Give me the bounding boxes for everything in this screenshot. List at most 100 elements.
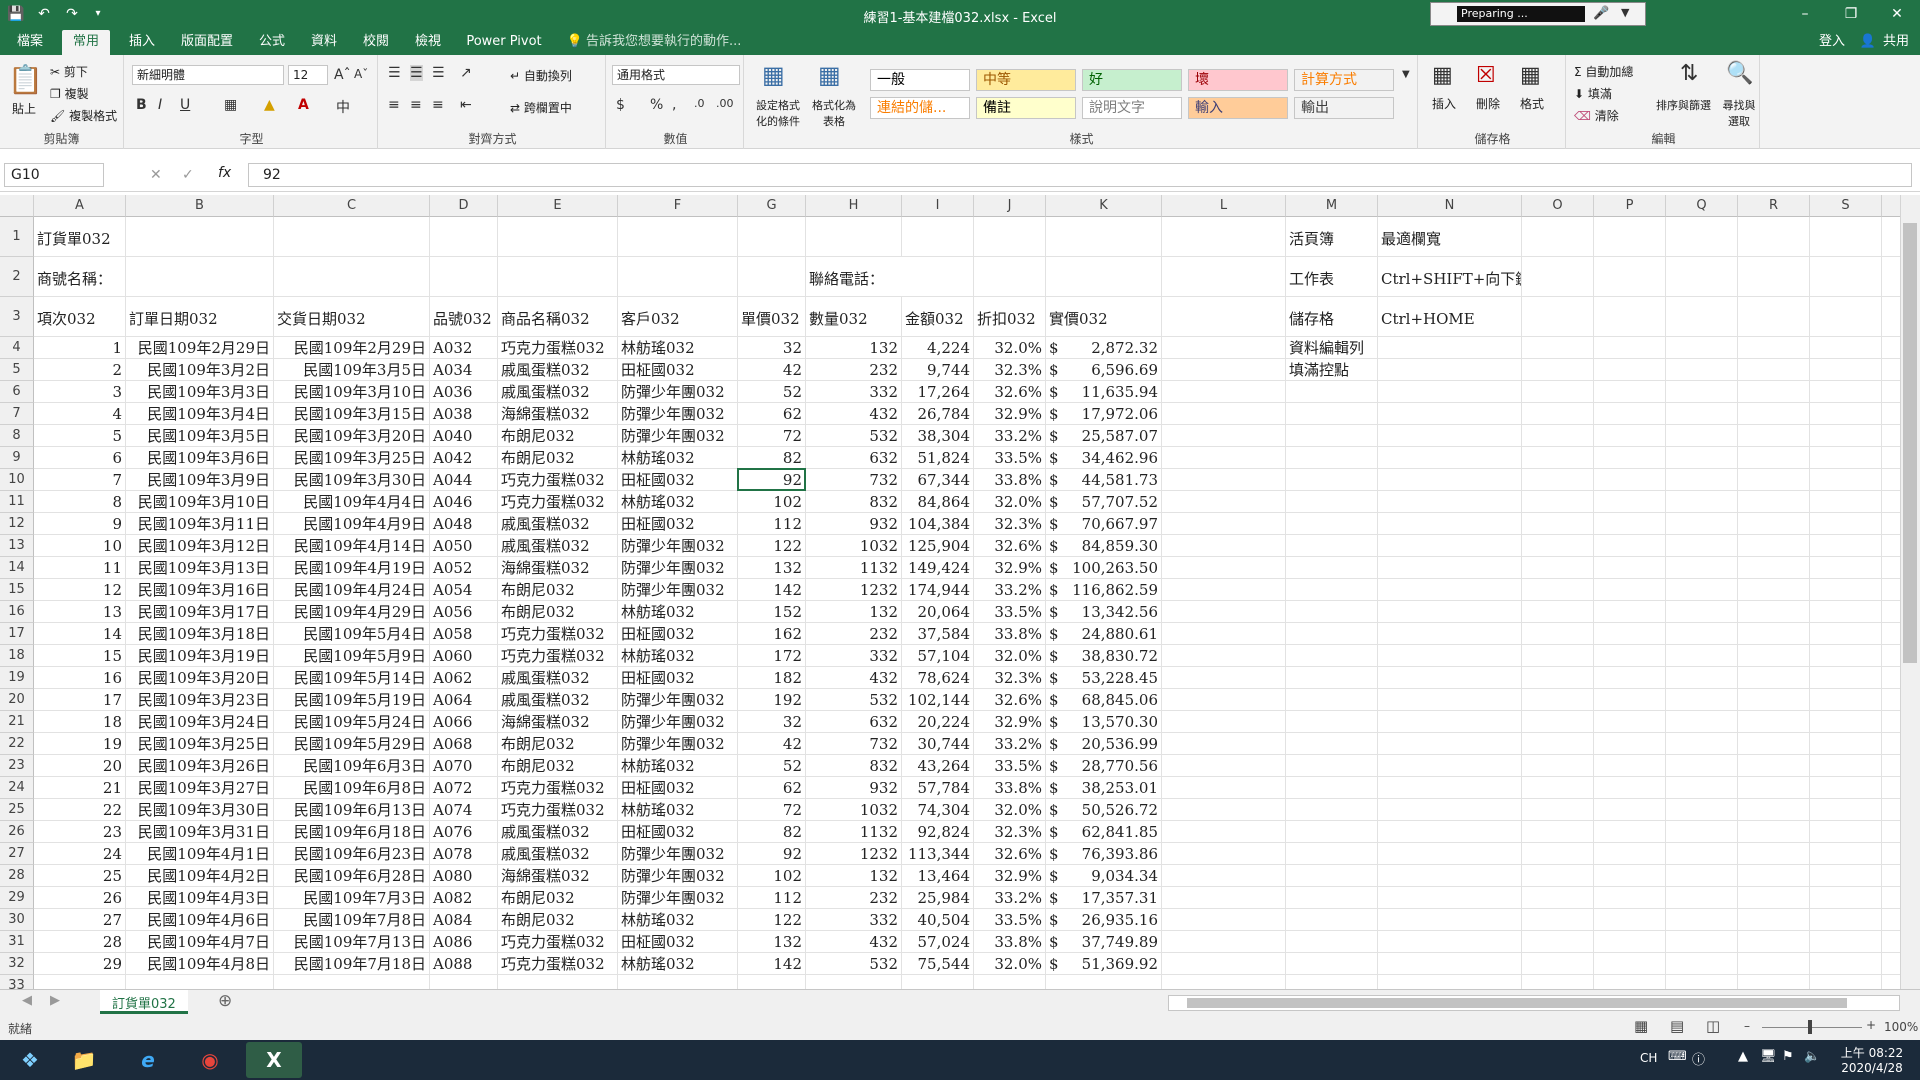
empty-cell[interactable]	[1286, 447, 1378, 469]
empty-cell[interactable]	[1882, 403, 1900, 425]
data-cell[interactable]: A058	[430, 623, 498, 645]
paste-icon[interactable]: 📋	[8, 63, 43, 96]
row-header[interactable]: 3	[0, 297, 34, 337]
empty-cell[interactable]	[1810, 623, 1882, 645]
data-cell[interactable]: 32.0%	[974, 337, 1046, 359]
data-cell[interactable]: A050	[430, 535, 498, 557]
empty-cell[interactable]	[1882, 381, 1900, 403]
zoom-out-icon[interactable]: –	[1744, 1019, 1750, 1033]
empty-cell[interactable]	[1666, 931, 1738, 953]
empty-cell[interactable]	[1162, 217, 1286, 257]
row-header[interactable]: 16	[0, 601, 34, 623]
data-cell[interactable]: 532	[806, 689, 902, 711]
data-cell[interactable]: 30,744	[902, 733, 974, 755]
increase-decimal-icon[interactable]: .0	[694, 97, 705, 110]
data-cell[interactable]: 20,064	[902, 601, 974, 623]
data-cell[interactable]: 巧克力蛋糕032	[498, 491, 618, 513]
align-middle-icon[interactable]: ☰	[410, 65, 423, 81]
empty-cell[interactable]	[1162, 843, 1286, 865]
empty-cell[interactable]	[1882, 359, 1900, 381]
data-cell[interactable]: 12	[34, 579, 126, 601]
row-header[interactable]: 14	[0, 557, 34, 579]
row-header[interactable]: 26	[0, 821, 34, 843]
data-cell[interactable]: 民國109年4月4日	[274, 491, 430, 513]
data-cell[interactable]: 26	[34, 887, 126, 909]
data-cell[interactable]: 防彈少年團032	[618, 843, 738, 865]
data-cell[interactable]: 海綿蛋糕032	[498, 557, 618, 579]
data-cell[interactable]: 戚風蛋糕032	[498, 513, 618, 535]
data-cell[interactable]: 布朗尼032	[498, 601, 618, 623]
data-cell[interactable]: 32.6%	[974, 381, 1046, 403]
data-cell[interactable]: 林舫瑤032	[618, 447, 738, 469]
data-cell[interactable]: 40,504	[902, 909, 974, 931]
empty-cell[interactable]	[1594, 381, 1666, 403]
data-cell[interactable]: 林舫瑤032	[618, 755, 738, 777]
align-right-icon[interactable]: ≡	[432, 97, 444, 113]
tray-expand-icon[interactable]: ▲	[1738, 1049, 1748, 1064]
hscroll-thumb[interactable]	[1187, 998, 1847, 1008]
price-cell[interactable]: $13,570.30	[1046, 711, 1162, 733]
empty-cell[interactable]	[1522, 711, 1594, 733]
data-cell[interactable]: 田柾國032	[618, 931, 738, 953]
empty-cell[interactable]	[1378, 557, 1522, 579]
row-header[interactable]: 33	[0, 975, 34, 989]
empty-cell[interactable]	[1594, 359, 1666, 381]
empty-cell[interactable]	[1522, 337, 1594, 359]
empty-cell[interactable]	[1738, 865, 1810, 887]
data-cell[interactable]: 1132	[806, 557, 902, 579]
empty-cell[interactable]	[1810, 667, 1882, 689]
data-cell[interactable]: A064	[430, 689, 498, 711]
data-cell[interactable]: 18	[34, 711, 126, 733]
empty-cell[interactable]	[1882, 623, 1900, 645]
data-cell[interactable]: 林舫瑤032	[618, 953, 738, 975]
select-all-corner[interactable]	[0, 195, 34, 217]
empty-cell[interactable]	[1738, 535, 1810, 557]
empty-cell[interactable]	[1666, 403, 1738, 425]
data-cell[interactable]: A040	[430, 425, 498, 447]
cell-style-option[interactable]: 好	[1082, 69, 1182, 91]
data-cell[interactable]: 102,144	[902, 689, 974, 711]
empty-cell[interactable]	[1522, 931, 1594, 953]
data-cell[interactable]: 民國109年3月5日	[126, 425, 274, 447]
empty-cell[interactable]	[1522, 733, 1594, 755]
empty-cell[interactable]	[1738, 711, 1810, 733]
data-cell[interactable]: 13,464	[902, 865, 974, 887]
empty-cell[interactable]	[1162, 777, 1286, 799]
column-header[interactable]: B	[126, 195, 274, 217]
data-cell[interactable]: 民國109年6月28日	[274, 865, 430, 887]
data-cell[interactable]: A038	[430, 403, 498, 425]
data-cell[interactable]: 32.0%	[974, 645, 1046, 667]
data-cell[interactable]: 52	[738, 381, 806, 403]
data-cell[interactable]: 巧克力蛋糕032	[498, 469, 618, 491]
empty-cell[interactable]	[1522, 491, 1594, 513]
data-cell[interactable]: 37,584	[902, 623, 974, 645]
cell-style-option[interactable]: 連結的儲...	[870, 97, 970, 119]
empty-cell[interactable]	[1286, 535, 1378, 557]
data-cell[interactable]: 33.2%	[974, 579, 1046, 601]
empty-cell[interactable]	[1738, 601, 1810, 623]
data-cell[interactable]: 戚風蛋糕032	[498, 821, 618, 843]
column-header[interactable]: H	[806, 195, 902, 217]
column-header[interactable]: N	[1378, 195, 1522, 217]
column-heading[interactable]: 客戶032	[618, 297, 738, 337]
empty-cell[interactable]	[1810, 909, 1882, 931]
empty-cell[interactable]	[1162, 425, 1286, 447]
empty-cell[interactable]	[274, 975, 430, 989]
data-cell[interactable]: 民國109年3月12日	[126, 535, 274, 557]
empty-cell[interactable]	[1882, 711, 1900, 733]
empty-cell[interactable]	[1594, 491, 1666, 513]
empty-cell[interactable]	[1666, 381, 1738, 403]
empty-cell[interactable]	[1162, 931, 1286, 953]
gallery-more-icon[interactable]: ▼	[1402, 69, 1410, 80]
data-cell[interactable]: 42	[738, 733, 806, 755]
row-header[interactable]: 24	[0, 777, 34, 799]
empty-cell[interactable]	[1666, 953, 1738, 975]
empty-cell[interactable]	[274, 257, 430, 297]
data-cell[interactable]: 32.6%	[974, 689, 1046, 711]
empty-cell[interactable]	[1162, 491, 1286, 513]
empty-cell[interactable]	[1522, 297, 1594, 337]
enter-icon[interactable]: ✓	[182, 167, 194, 183]
fill-button[interactable]: ⬇ 填滿	[1574, 85, 1612, 102]
column-heading[interactable]: 數量032	[806, 297, 902, 337]
row-header[interactable]: 20	[0, 689, 34, 711]
